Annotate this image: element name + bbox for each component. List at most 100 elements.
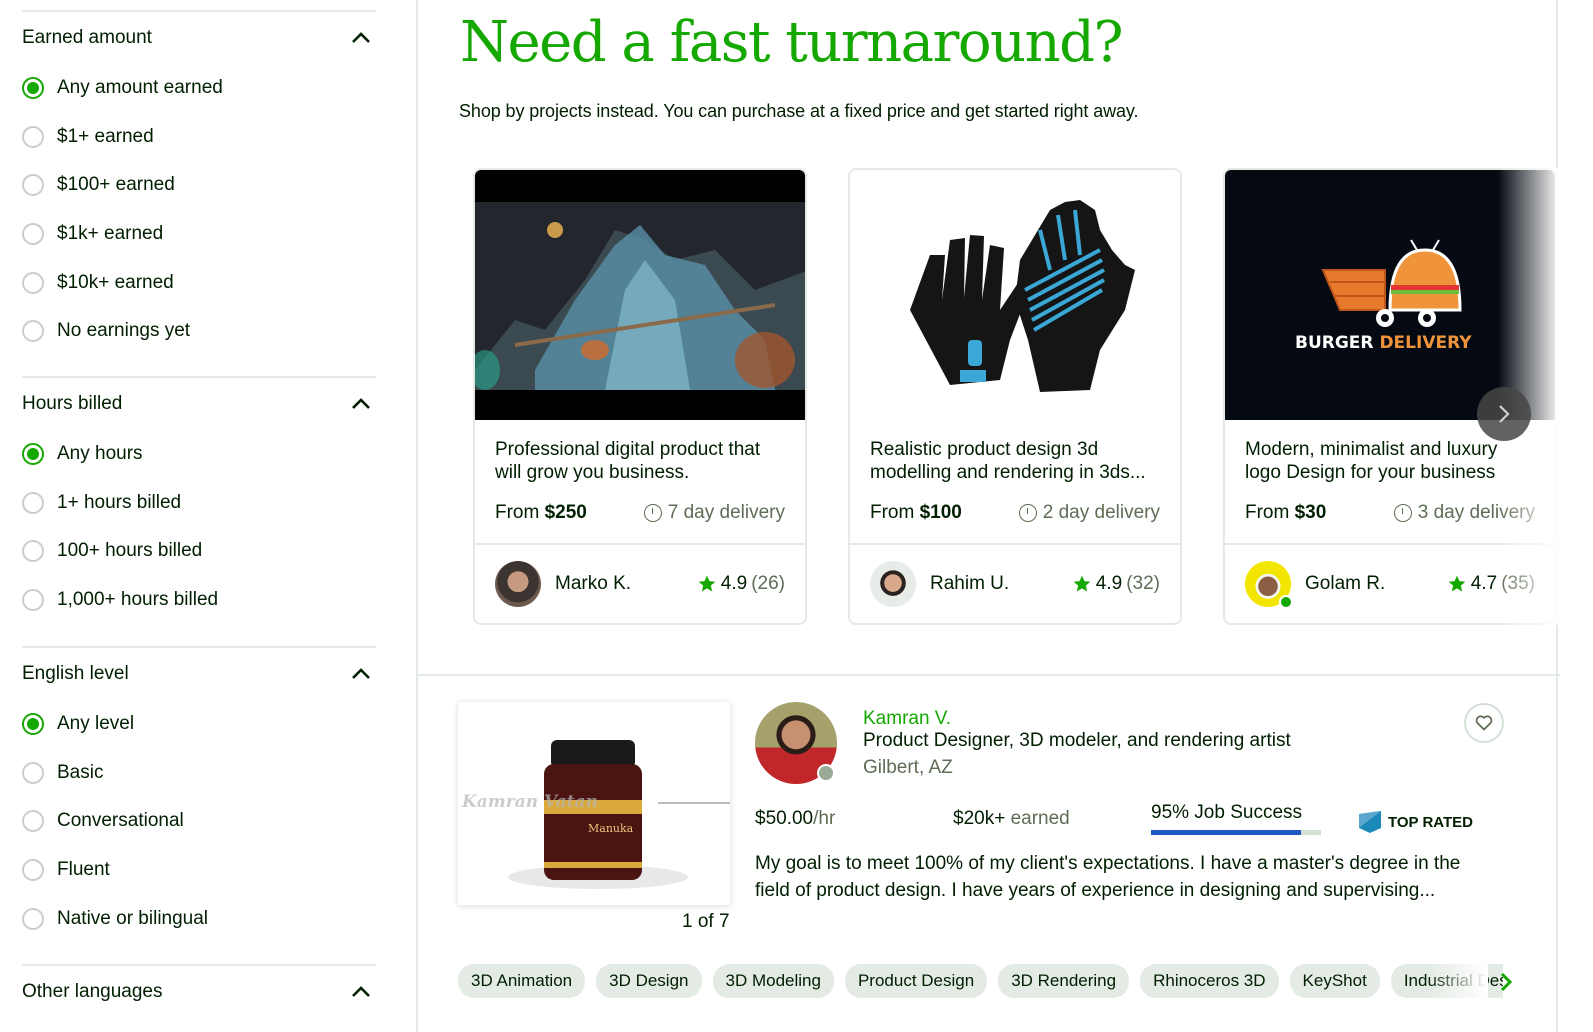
rate-unit: /hr: [813, 808, 836, 829]
project-title[interactable]: Modern, minimalist and luxury logo Desig…: [1245, 438, 1535, 486]
project-card[interactable]: Professional digital product that will g…: [473, 168, 807, 625]
radio-option[interactable]: Conversational: [22, 797, 376, 846]
portfolio-thumbnail[interactable]: Manuka Kamran Vatan: [458, 702, 730, 905]
radio-button[interactable]: [22, 174, 44, 197]
radio-button[interactable]: [22, 907, 44, 930]
rating-count: (26): [751, 573, 785, 594]
filter-section-other-languages: Other languages: [22, 964, 376, 1018]
skill-tag[interactable]: 3D Design: [596, 964, 702, 998]
radio-option[interactable]: Native or bilingual: [22, 894, 376, 943]
card-body: Realistic product design 3d modelling an…: [850, 420, 1180, 545]
filter-section-header[interactable]: Earned amount: [22, 12, 376, 64]
star-icon: [698, 575, 716, 592]
radio-button[interactable]: [22, 443, 44, 466]
radio-label: $1+ earned: [57, 125, 154, 147]
earned-value: $20k+: [953, 808, 1006, 829]
price: From $30: [1245, 502, 1326, 524]
radio-option[interactable]: Basic: [22, 749, 376, 798]
project-thumbnail: [475, 170, 805, 420]
freelancer-title: Product Designer, 3D modeler, and render…: [863, 730, 1291, 751]
card-meta: From $100 2 day delivery: [870, 502, 1160, 524]
radio-button[interactable]: [22, 589, 44, 612]
radio-button[interactable]: [22, 540, 44, 563]
seller-avatar[interactable]: [495, 561, 541, 607]
skill-tag[interactable]: 3D Modeling: [712, 964, 834, 998]
rating: 4.7 (35): [1447, 573, 1535, 595]
skills-next-button[interactable]: [1494, 968, 1518, 996]
radio-option[interactable]: Fluent: [22, 846, 376, 895]
filter-section-header[interactable]: Hours billed: [22, 378, 376, 430]
radio-button[interactable]: [22, 491, 44, 514]
skill-tag[interactable]: Rhinoceros 3D: [1140, 964, 1279, 998]
skill-tag[interactable]: Product Design: [844, 964, 988, 998]
filter-section-header[interactable]: English level: [22, 648, 376, 700]
skill-tag[interactable]: KeyShot: [1289, 964, 1380, 998]
radio-button[interactable]: [22, 320, 44, 343]
chevron-right-icon: [1499, 405, 1510, 423]
radio-option[interactable]: $1k+ earned: [22, 210, 376, 259]
star-icon: [1073, 575, 1091, 592]
radio-option[interactable]: No earnings yet: [22, 307, 376, 356]
radio-option[interactable]: 1,000+ hours billed: [22, 576, 376, 625]
rate-value: $50.00: [755, 808, 814, 829]
radio-button[interactable]: [22, 271, 44, 294]
seller-avatar[interactable]: [870, 561, 916, 607]
clock-icon: [1393, 504, 1412, 522]
chevron-up-icon[interactable]: [350, 27, 372, 49]
radio-label: Native or bilingual: [57, 907, 209, 929]
radio-label: $100+ earned: [57, 174, 175, 196]
radio-button[interactable]: [22, 77, 44, 100]
radio-button[interactable]: [22, 223, 44, 246]
skill-tag[interactable]: 3D Animation: [458, 964, 586, 998]
radio-button[interactable]: [22, 713, 44, 736]
chevron-up-icon[interactable]: [350, 393, 372, 415]
chevron-up-icon[interactable]: [350, 981, 372, 1003]
star-icon: [1448, 575, 1466, 592]
price-prefix: From: [870, 502, 920, 523]
radio-button[interactable]: [22, 859, 44, 882]
radio-option[interactable]: 1+ hours billed: [22, 479, 376, 528]
carousel-next-button[interactable]: [1477, 387, 1531, 441]
clock-icon: [1018, 504, 1037, 522]
skill-tag[interactable]: Industrial Design: [1390, 964, 1503, 998]
project-thumbnail: [850, 170, 1180, 420]
project-title[interactable]: Realistic product design 3d modelling an…: [870, 438, 1160, 486]
clock-icon: [643, 504, 662, 522]
card-footer: Golam R. 4.7 (35): [1225, 545, 1555, 623]
watermark: Kamran Vatan: [461, 792, 598, 812]
radio-group-english-level: Any level Basic Conversational Fluent Na…: [22, 700, 376, 943]
seller-name[interactable]: Rahim U.: [930, 573, 1072, 595]
chevron-up-icon[interactable]: [350, 663, 372, 685]
freelancer-name-link[interactable]: Kamran V.: [863, 708, 951, 730]
radio-label: Any hours: [57, 443, 143, 465]
job-success-bar-fill: [1151, 830, 1302, 835]
radio-option[interactable]: Any level: [22, 700, 376, 749]
radio-option[interactable]: $10k+ earned: [22, 258, 376, 307]
seller-name[interactable]: Marko K.: [555, 573, 697, 595]
radio-option[interactable]: 100+ hours billed: [22, 527, 376, 576]
radio-button[interactable]: [22, 810, 44, 833]
delivery-text: 7 day delivery: [667, 502, 785, 523]
project-card[interactable]: Realistic product design 3d modelling an…: [848, 168, 1182, 625]
filter-section-header[interactable]: Other languages: [22, 966, 376, 1018]
card-body: Professional digital product that will g…: [475, 420, 805, 545]
seller-avatar[interactable]: [1245, 561, 1293, 609]
project-title[interactable]: Professional digital product that will g…: [495, 438, 785, 486]
total-earned: $20k+ earned: [953, 808, 1070, 830]
skill-tag[interactable]: 3D Rendering: [998, 964, 1130, 998]
radio-option[interactable]: Any amount earned: [22, 64, 376, 113]
project-carousel: Professional digital product that will g…: [473, 168, 1558, 626]
section-title: English level: [22, 663, 129, 684]
radio-label: Any level: [57, 713, 135, 735]
radio-label: 1+ hours billed: [57, 491, 182, 513]
radio-button[interactable]: [22, 125, 44, 148]
project-image-gloves: [910, 200, 1135, 392]
save-favorite-button[interactable]: [1464, 703, 1504, 743]
radio-option[interactable]: $100+ earned: [22, 161, 376, 210]
radio-button[interactable]: [22, 761, 44, 784]
radio-option[interactable]: $1+ earned: [22, 113, 376, 162]
seller-name[interactable]: Golam R.: [1305, 573, 1447, 595]
radio-option[interactable]: Any hours: [22, 430, 376, 479]
page-title: Need a fast turnaround?: [460, 10, 1124, 75]
delivery-time: 2 day delivery: [1018, 502, 1160, 524]
